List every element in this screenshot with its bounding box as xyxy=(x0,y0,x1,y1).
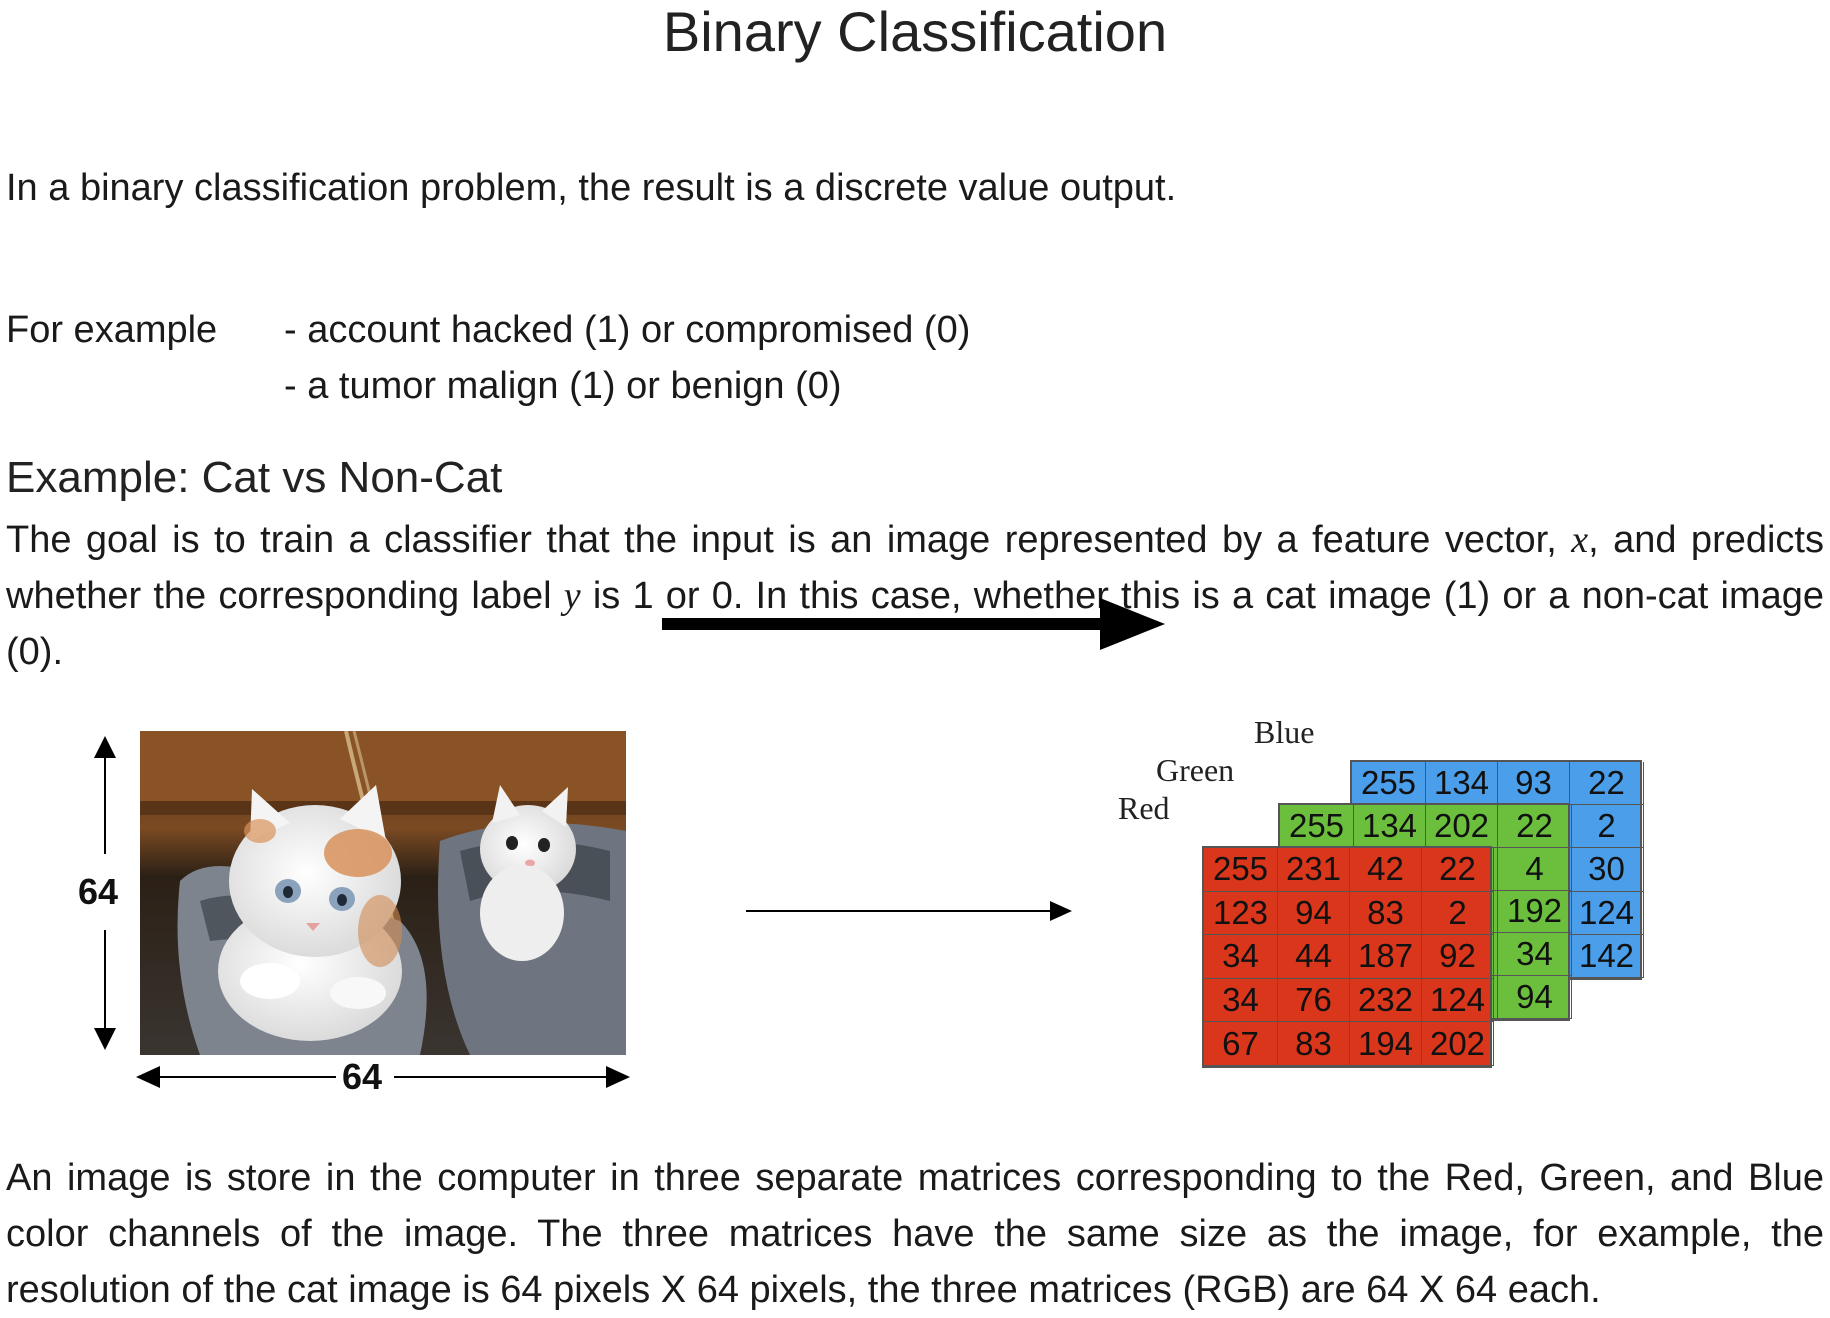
example-item-1: - account hacked (1) or compromised (0) xyxy=(284,309,971,351)
red-matrix-cell: 2 xyxy=(1422,891,1494,936)
blue-matrix-cell: 22 xyxy=(1570,762,1644,806)
goal-line-1-text: The goal is to train a classifier that t… xyxy=(6,519,1557,561)
page-title: Binary Classification xyxy=(662,0,1168,63)
red-matrix-cell: 67 xyxy=(1204,1022,1278,1066)
green-matrix-cell: 255 xyxy=(1280,805,1354,848)
label-symbol: y xyxy=(563,575,581,617)
blue-matrix-cell: 124 xyxy=(1570,891,1644,935)
red-matrix-cell: 231 xyxy=(1278,848,1350,892)
red-matrix-cell: 255 xyxy=(1204,848,1278,892)
red-matrix-cell: 92 xyxy=(1422,935,1494,979)
closing-line-1: An image is store in the computer in thr… xyxy=(6,1157,1824,1199)
cat-illustration xyxy=(140,731,626,1055)
red-matrix-cell: 83 xyxy=(1350,891,1422,936)
red-channel-label: Red xyxy=(1118,790,1170,826)
example-label: For example xyxy=(6,309,218,351)
feature-vector-symbol: x xyxy=(1571,519,1589,561)
blue-matrix-cell: 142 xyxy=(1570,934,1644,978)
red-matrix-cell: 123 xyxy=(1204,891,1278,936)
small-arrow-icon xyxy=(746,901,1072,921)
cat-photo xyxy=(140,731,626,1055)
blue-channel-label: Blue xyxy=(1254,714,1315,750)
red-matrix-cell: 94 xyxy=(1278,891,1350,936)
red-matrix-cell: 22 xyxy=(1422,848,1494,892)
goal-line-3: (0). xyxy=(6,631,63,673)
blue-matrix-cell: 93 xyxy=(1498,762,1570,806)
goal-line-1: The goal is to train a classifier that t… xyxy=(6,512,1824,568)
red-matrix-cell: 44 xyxy=(1278,935,1350,979)
blue-matrix-cell: 255 xyxy=(1352,762,1426,806)
red-matrix-cell: 232 xyxy=(1350,978,1422,1023)
red-channel-matrix: 255 231 42 22 123 94 83 2 34 44 187 92 34 76 232 124 67 8… xyxy=(1202,846,1494,1068)
red-matrix-cell: 202 xyxy=(1422,1022,1494,1066)
intro-text: In a binary classification problem, the … xyxy=(6,167,1177,209)
width-label: 64 xyxy=(342,1056,383,1097)
green-matrix-cell: 134 xyxy=(1354,805,1426,848)
blue-matrix-cell: 134 xyxy=(1426,762,1498,806)
green-matrix-cell: 22 xyxy=(1498,805,1572,848)
green-channel-label: Green xyxy=(1156,752,1235,788)
goal-line-1-end: , and predicts xyxy=(1588,519,1824,561)
green-matrix-cell: 94 xyxy=(1498,976,1572,1019)
red-matrix-cell: 194 xyxy=(1350,1022,1422,1066)
green-matrix-cell: 202 xyxy=(1426,805,1498,848)
green-matrix-cell: 4 xyxy=(1498,847,1572,891)
green-matrix-cell: 34 xyxy=(1498,933,1572,977)
section-heading: Example: Cat vs Non-Cat xyxy=(6,453,503,502)
closing-line-2: color channels of the image. The three m… xyxy=(6,1213,1824,1255)
big-arrow-icon xyxy=(662,598,1165,650)
red-matrix-cell: 76 xyxy=(1278,978,1350,1023)
blue-matrix-cell: 2 xyxy=(1570,805,1644,849)
red-matrix-cell: 187 xyxy=(1350,935,1422,979)
red-matrix-cell: 42 xyxy=(1350,848,1422,892)
green-matrix-cell: 192 xyxy=(1498,890,1572,934)
blue-matrix-cell: 30 xyxy=(1570,848,1644,892)
example-item-2: - a tumor malign (1) or benign (0) xyxy=(284,365,842,407)
red-matrix-cell: 124 xyxy=(1422,978,1494,1023)
red-matrix-cell: 83 xyxy=(1278,1022,1350,1066)
width-arrow-icon xyxy=(136,1066,630,1088)
red-matrix-cell: 34 xyxy=(1204,978,1278,1023)
goal-line-2-text: whether the corresponding label xyxy=(6,575,552,617)
red-matrix-cell: 34 xyxy=(1204,935,1278,979)
height-label: 64 xyxy=(78,871,119,912)
